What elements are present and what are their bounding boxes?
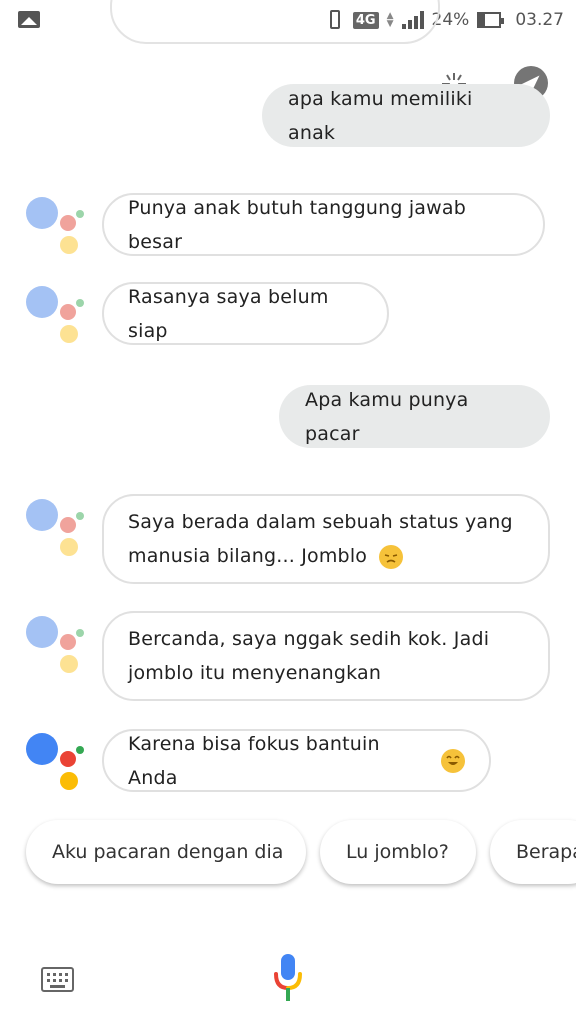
message-text: Apa kamu punya pacar bbox=[305, 388, 469, 445]
assistant-logo-icon bbox=[26, 733, 86, 793]
user-message: apa kamu memiliki anak bbox=[262, 84, 550, 147]
assistant-logo-icon bbox=[26, 197, 86, 257]
user-message: Apa kamu punya pacar bbox=[279, 385, 550, 448]
assistant-logo-icon bbox=[26, 499, 86, 559]
message-line: jomblo itu menyenangkan bbox=[128, 662, 382, 684]
chip-label: Aku pacaran dengan dia bbox=[52, 841, 284, 863]
chip-label: Berapa bbox=[516, 841, 576, 863]
message-line: Saya berada dalam sebuah status yang bbox=[128, 511, 513, 533]
message-line: Bercanda, saya nggak sedih kok. Jadi bbox=[128, 628, 490, 650]
clock: 03.27 bbox=[515, 10, 564, 30]
message-text: Rasanya saya belum siap bbox=[128, 285, 329, 342]
assistant-message: Punya anak butuh tanggung jawab besar bbox=[102, 193, 545, 256]
chip-label: Lu jomblo? bbox=[346, 841, 449, 863]
previous-message-bubble bbox=[110, 0, 440, 44]
gallery-notification-icon bbox=[18, 11, 40, 28]
microphone-icon[interactable] bbox=[272, 952, 304, 1004]
suggestion-chip[interactable]: Berapa bbox=[490, 820, 576, 884]
keyboard-icon[interactable] bbox=[41, 967, 74, 992]
suggestion-chip[interactable]: Lu jomblo? bbox=[320, 820, 476, 884]
message-text: Punya anak butuh tanggung jawab besar bbox=[128, 196, 466, 253]
worried-face-emoji-icon bbox=[379, 544, 404, 569]
message-line-wrap: manusia bilang... Jomblo bbox=[128, 539, 404, 573]
assistant-message: Karena bisa fokus bantuin Anda bbox=[102, 729, 491, 792]
message-text: apa kamu memiliki anak bbox=[288, 87, 473, 144]
message-line: manusia bilang... Jomblo bbox=[128, 545, 368, 567]
assistant-logo-icon bbox=[26, 286, 86, 346]
assistant-message: Bercanda, saya nggak sedih kok. Jadi jom… bbox=[102, 611, 550, 701]
assistant-logo-icon bbox=[26, 616, 86, 676]
assistant-message: Rasanya saya belum siap bbox=[102, 282, 389, 345]
battery-icon bbox=[477, 12, 505, 28]
suggestion-chip[interactable]: Aku pacaran dengan dia bbox=[26, 820, 306, 884]
message-text: Karena bisa fokus bantuin Anda bbox=[128, 732, 380, 789]
hugging-face-emoji-icon bbox=[441, 748, 465, 773]
assistant-message: Saya berada dalam sebuah status yang man… bbox=[102, 494, 550, 584]
